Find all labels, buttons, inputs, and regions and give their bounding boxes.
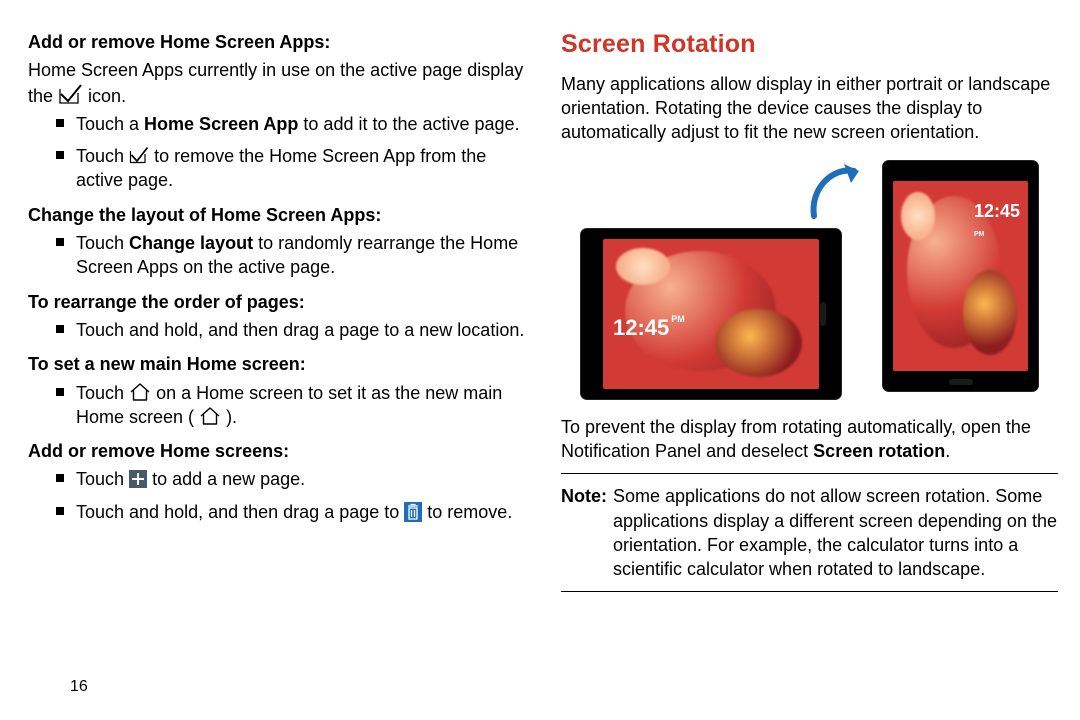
home-outline-icon <box>129 383 151 401</box>
bullets-change-layout: Touch Change layout to randomly rearrang… <box>28 231 525 280</box>
text: ). <box>226 407 237 427</box>
bullet-add-page: Touch to add a new page. <box>56 467 525 491</box>
subhead-set-main-home: To set a new main Home screen: <box>28 352 525 376</box>
intro-b: icon. <box>88 86 126 106</box>
page: Add or remove Home Screen Apps: Home Scr… <box>0 0 1080 720</box>
wallpaper-blob <box>616 248 670 286</box>
tablet-screen: 12:45PM <box>603 239 819 389</box>
text: To prevent the display from rotating aut… <box>561 417 1031 461</box>
divider <box>561 591 1058 592</box>
bullets-set-main: Touch on a Home screen to set it as the … <box>28 381 525 430</box>
bold-text: Home Screen App <box>144 114 298 134</box>
checkbox-checked-icon <box>129 146 149 164</box>
tablet-landscape: 12:45PM <box>581 229 841 399</box>
rotation-illustration: 12:45PM 12:45 PM <box>561 161 1058 401</box>
subhead-rearrange-pages: To rearrange the order of pages: <box>28 290 525 314</box>
text: Touch <box>76 469 129 489</box>
ampm: PM <box>974 231 985 238</box>
page-number: 16 <box>70 676 88 698</box>
bullet-drag-page: Touch and hold, and then drag a page to … <box>56 318 525 342</box>
subhead-add-remove-screens: Add or remove Home screens: <box>28 439 525 463</box>
text: Touch <box>76 146 129 166</box>
divider <box>561 473 1058 474</box>
time: 12:45 <box>613 315 669 340</box>
prevent-rotation-paragraph: To prevent the display from rotating aut… <box>561 415 1058 464</box>
heading-screen-rotation: Screen Rotation <box>561 28 1058 62</box>
text: Touch a <box>76 114 144 134</box>
bullets-add-remove-apps: Touch a Home Screen App to add it to the… <box>28 112 525 193</box>
plus-icon <box>129 470 147 488</box>
clock-text: 12:45 PM <box>974 199 1020 241</box>
ampm: PM <box>671 314 685 324</box>
rotation-paragraph: Many applications allow display in eithe… <box>561 72 1058 145</box>
tablet-screen: 12:45 PM <box>893 181 1028 371</box>
bold-text: Screen rotation <box>813 441 945 461</box>
note-body: Some applications do not allow screen ro… <box>613 486 1057 579</box>
bullet-change-layout: Touch Change layout to randomly rearrang… <box>56 231 525 280</box>
clock-text: 12:45PM <box>613 313 685 343</box>
bullet-set-main-home: Touch on a Home screen to set it as the … <box>56 381 525 430</box>
bullet-remove-page: Touch and hold, and then drag a page to … <box>56 500 525 524</box>
bold-text: Change layout <box>129 233 253 253</box>
text: Touch and hold, and then drag a page to <box>76 502 404 522</box>
text: Touch <box>76 383 129 403</box>
wallpaper-blob <box>715 309 801 377</box>
intro-text: Home Screen Apps currently in use on the… <box>28 58 525 108</box>
wallpaper-blob <box>901 192 935 240</box>
home-button <box>949 379 973 385</box>
note-block: Note: Some applications do not allow scr… <box>561 484 1058 581</box>
home-outline-icon <box>199 407 221 425</box>
time: 12:45 <box>974 201 1020 221</box>
tablet-portrait: 12:45 PM <box>883 161 1038 391</box>
bullets-rearrange: Touch and hold, and then drag a page to … <box>28 318 525 342</box>
text: to remove. <box>427 502 512 522</box>
trash-icon <box>404 502 422 522</box>
checkbox-checked-icon <box>58 83 83 105</box>
text: to add it to the active page. <box>298 114 519 134</box>
bullets-add-remove-screens: Touch to add a new page. Touch and hold,… <box>28 467 525 524</box>
text: to add a new page. <box>152 469 305 489</box>
text: Touch <box>76 233 129 253</box>
subhead-change-layout: Change the layout of Home Screen Apps: <box>28 203 525 227</box>
wallpaper-blob <box>963 270 1017 356</box>
left-column: Add or remove Home Screen Apps: Home Scr… <box>28 28 543 712</box>
home-button <box>820 302 826 326</box>
text: . <box>945 441 950 461</box>
rotate-arrow-icon <box>804 161 864 221</box>
right-column: Screen Rotation Many applications allow … <box>543 28 1058 712</box>
subhead-add-remove-apps: Add or remove Home Screen Apps: <box>28 30 525 54</box>
bullet-add-app: Touch a Home Screen App to add it to the… <box>56 112 525 136</box>
note-label: Note: <box>561 484 607 508</box>
bullet-remove-app: Touch to remove the Home Screen App from… <box>56 144 525 193</box>
